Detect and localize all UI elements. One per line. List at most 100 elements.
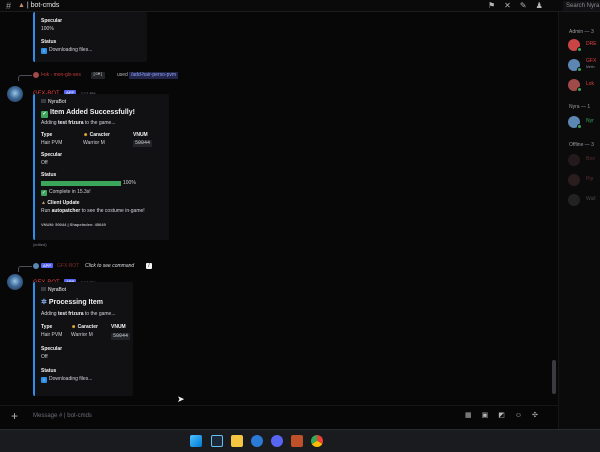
reply-author: l•ok - mon-gls-ses [41, 72, 81, 78]
field-status-label: Status [41, 368, 57, 374]
message-input-placeholder: Message # | bot-cmds [33, 413, 92, 419]
reply-spine [18, 266, 32, 272]
reply-click-text[interactable]: Click to see command [85, 262, 134, 270]
message-composer: + Message # | bot-cmds ▦ ▣ ◩ ☺ ✣ [0, 405, 558, 429]
attach-plus-icon[interactable]: + [11, 409, 18, 423]
embed-author-icon [41, 99, 46, 103]
field-type-label: Type [41, 324, 53, 330]
complete-text: Complete in 15.3s! [49, 189, 91, 195]
embed-description: Adding test frizura to the game... [41, 120, 116, 127]
client-update-text: Client Update [47, 200, 80, 206]
chrome-icon[interactable] [311, 435, 323, 447]
embed-processing-previous: Specular 100% Status ↓ Downloading files.… [33, 12, 147, 62]
field-specular-label: Specular [41, 152, 63, 158]
member-name[interactable]: Boo [586, 156, 595, 163]
os-taskbar [0, 429, 600, 452]
embed-field-label: Specular [41, 18, 63, 24]
field-type-value: Hair PVM [41, 332, 63, 338]
field-caracter-text: Caracter [77, 324, 98, 330]
reply-reference[interactable]: APP GFX-BOT Click to see command / [13, 262, 213, 272]
status-online-dot [577, 67, 582, 72]
field-caracter-text: Caracter [89, 132, 110, 138]
status-online-dot [577, 47, 582, 52]
reply-spine [18, 75, 32, 81]
embed-author-name: NyraBot [48, 287, 67, 293]
member-avatar[interactable] [568, 174, 580, 186]
member-group-offline: Offline — 3 [569, 142, 594, 148]
field-vnum-label: VNUM [133, 132, 148, 138]
reply-reference[interactable]: l•ok - mon-gls-ses [GM] used /add-hair-p… [13, 72, 213, 81]
search-placeholder: Search Nyra [566, 3, 600, 9]
embed-description: Adding test frizura to the game... [41, 311, 116, 318]
client-update-prefix: Run [41, 208, 52, 214]
embed-author: NyraBot [41, 99, 66, 106]
field-vnum-label: VNUM [111, 324, 126, 330]
member-name[interactable]: GFX [586, 58, 596, 65]
embed-title: ✓ Item Added Successfully! [41, 108, 135, 118]
embed-author-icon [41, 287, 46, 291]
field-caracter-label: ☻ Caracter [71, 324, 98, 331]
composer-tools: ▦ ▣ ◩ ☺ ✣ [465, 411, 538, 420]
app-icon[interactable] [291, 435, 303, 447]
embed-field-label: Status [41, 39, 57, 45]
message-list[interactable]: Specular 100% Status ↓ Downloading files.… [0, 12, 558, 405]
message-input[interactable]: Message # | bot-cmds [33, 412, 92, 420]
threads-icon[interactable]: ⚑ [488, 1, 495, 11]
embed-author-name: NyraBot [48, 99, 67, 105]
field-specular-value: Off [41, 160, 48, 166]
member-name[interactable]: Lok [586, 81, 594, 88]
server-icon: ▲ [18, 2, 27, 9]
reply-tag: [GM] [91, 72, 105, 79]
edited-marker: (edited) [33, 242, 47, 247]
client-update-value: Run autopatcher to see the costume in-ga… [41, 208, 145, 215]
notification-settings-icon[interactable]: ✕ [504, 1, 511, 11]
slash-command-icon: / [146, 263, 152, 269]
field-vnum-value: 50044 [111, 333, 131, 340]
embed-item-added: NyraBot ✓ Item Added Successfully! Adding… [33, 94, 169, 240]
search-input[interactable]: Search Nyra [563, 1, 600, 11]
member-list-icon[interactable]: ♟ [536, 1, 543, 11]
bot-avatar[interactable] [7, 86, 23, 102]
scrollbar-track[interactable] [552, 20, 556, 400]
member-name[interactable]: Wall [586, 196, 596, 203]
scrollbar-thumb[interactable] [552, 360, 556, 394]
embed-author: NyraBot [41, 287, 66, 294]
autopatcher-text: autopatcher [51, 208, 81, 214]
sticker-icon[interactable]: ◩ [498, 411, 505, 420]
reply-command[interactable]: /add-hair-perso-pvm [129, 72, 179, 79]
download-icon: ↓ [41, 377, 47, 383]
field-specular-label: Specular [41, 346, 63, 352]
field-caracter-label: ☻ Caracter [83, 132, 110, 139]
gift-icon[interactable]: ▦ [465, 411, 472, 420]
windows-start-icon[interactable] [190, 435, 202, 447]
member-group-admin: Admin — 3 [569, 29, 594, 35]
member-name[interactable]: DRE [586, 41, 597, 48]
caracter-icon: ☻ [71, 324, 78, 330]
browser-icon[interactable] [251, 435, 263, 447]
embed-title: ✲ Processing Item [41, 298, 103, 307]
member-avatar[interactable] [568, 154, 580, 166]
pinned-messages-icon[interactable]: ✎ [520, 1, 527, 11]
embed-title-text: Processing Item [48, 299, 103, 306]
mouse-cursor-icon: ➤ [177, 394, 185, 404]
embed-title-text: Item Added Successfully! [50, 109, 135, 116]
member-avatar[interactable] [568, 194, 580, 206]
field-status-label: Status [41, 172, 57, 178]
apps-icon[interactable]: ✣ [532, 411, 538, 420]
complete-status: ✓ Complete in 15.3s! [41, 189, 91, 196]
steam-icon[interactable] [211, 435, 223, 447]
desc-prefix: Adding [41, 311, 58, 317]
member-name[interactable]: Nyr [586, 118, 594, 125]
emoji-icon[interactable]: ☺ [515, 411, 522, 420]
status-online-dot [577, 87, 582, 92]
bot-avatar[interactable] [7, 274, 23, 290]
app-badge: APP [41, 263, 54, 268]
member-name[interactable]: Pip [586, 176, 593, 183]
embed-footer: VNUM: 50044 | ShapeIndex: 45649 [41, 222, 106, 227]
check-icon: ✓ [41, 111, 48, 118]
discord-icon[interactable] [271, 435, 283, 447]
file-explorer-icon[interactable] [231, 435, 243, 447]
gif-icon[interactable]: ▣ [482, 411, 489, 420]
reply-avatar [33, 72, 39, 78]
caracter-icon: ☻ [83, 132, 90, 138]
